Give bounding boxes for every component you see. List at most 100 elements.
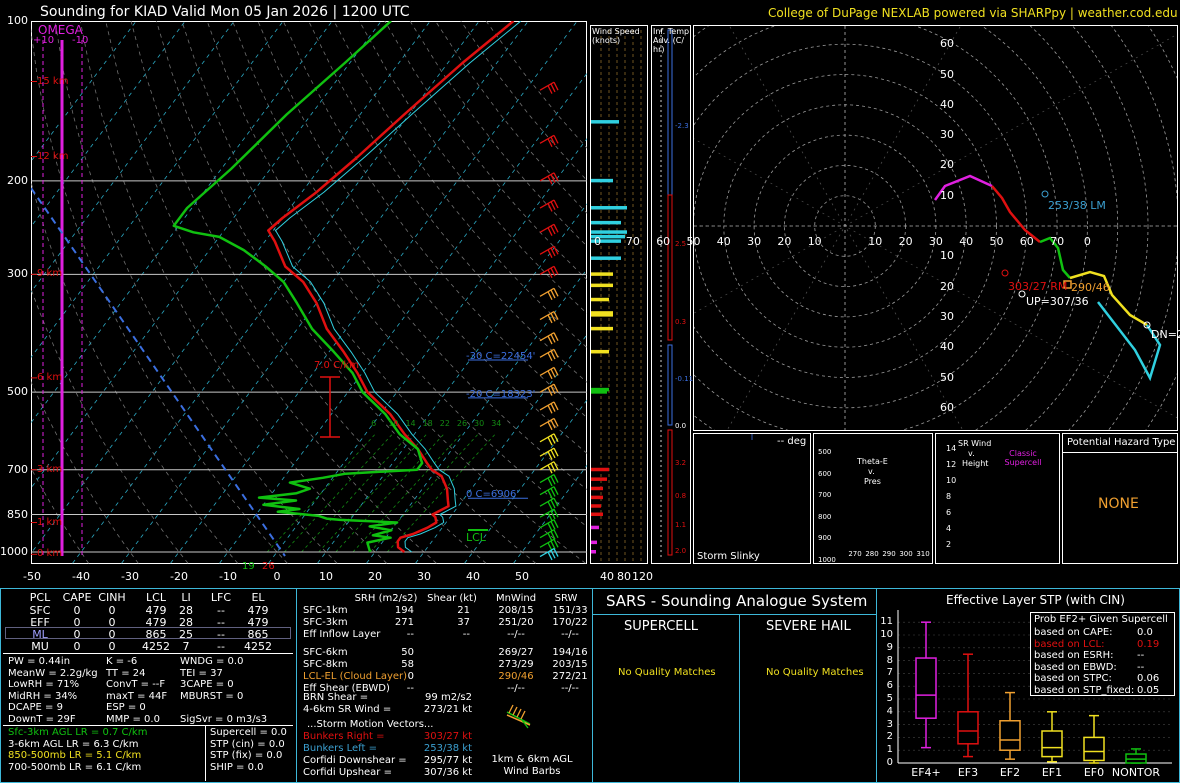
wind-barb-flag <box>550 531 556 540</box>
hodo-x-label: 40 <box>959 235 974 248</box>
stp-y-label: 11 <box>880 616 893 628</box>
index-value: PW = 0.44in <box>8 656 71 667</box>
kin-header: SRH (m2/s2) <box>354 593 418 604</box>
kin-srw: --/-- <box>561 683 579 694</box>
thetae-x-label: 280 <box>865 550 879 558</box>
hodo-x-label: 20 <box>898 235 913 248</box>
height-label: 1 km <box>37 516 63 528</box>
parcel-header: CINH <box>98 591 126 604</box>
sounding-window: { "header": { "title": "Sounding for KIA… <box>0 0 1180 783</box>
temp-tick-label: -40 <box>72 570 90 583</box>
up-label: UP=307/36 <box>1026 295 1089 308</box>
corfidi-down-label: Corfidi Downshear = <box>303 755 407 766</box>
bunkers-left-label: Bunkers Left = <box>303 743 377 754</box>
corfidi-up-value: 307/36 kt <box>423 767 472 778</box>
wind-barb-flag <box>547 489 553 499</box>
lapse-rate-value: 850-500mb LR = 5.1 C/km <box>8 750 142 761</box>
wind-barb-flag <box>547 522 553 532</box>
prob-row-value: 0.06 <box>1137 673 1160 684</box>
parcel-cell: MU <box>31 640 49 653</box>
index-value: K = -6 <box>106 656 138 667</box>
hodo-ring-label: 50 <box>940 370 954 384</box>
wind-barb-flag <box>547 477 553 487</box>
temp-tick-label: 0 <box>273 570 281 583</box>
wind-barb-flag <box>553 461 559 471</box>
parcel-header: CAPE <box>62 591 92 604</box>
wind-barb-flag <box>547 532 553 542</box>
wind-barb-flag <box>553 486 559 495</box>
srwind-y-label: 10 <box>946 476 957 485</box>
mixing-ratio-line <box>369 433 479 553</box>
hodo-ring-label: 10 <box>940 249 954 263</box>
sars-title: SARS - Sounding Analogue System <box>606 592 868 610</box>
index-value: TEI = 37 <box>180 667 223 679</box>
pressure-label: 500 <box>7 385 28 399</box>
index-value: DCAPE = 9 <box>8 702 63 713</box>
mean-wind-label: 290/46 <box>1071 281 1110 294</box>
temp-tick-label: 30 <box>417 570 431 583</box>
sars-mid-divider <box>739 614 740 783</box>
composite-value: SHIP = 0.0 <box>210 761 264 773</box>
thetae-y-label: 800 <box>818 512 832 521</box>
hodo-ring-label: 20 <box>940 279 954 293</box>
kin-header: MnWind <box>495 593 537 604</box>
index-value: WNDG = 0.0 <box>180 656 244 667</box>
thetae-x-label: 270 <box>848 550 862 558</box>
wind-barb-flag <box>550 549 556 559</box>
stp-y-label: 4 <box>886 705 893 717</box>
sr-wind-label: 4-6km SR Wind = <box>303 704 392 715</box>
pressure-label: 850 <box>7 507 28 521</box>
lm-label: 253/38 LM <box>1048 199 1106 212</box>
temp-tick-label: 20 <box>368 570 382 583</box>
isotherm-height-label: -30 C=22454' <box>466 350 536 362</box>
parcel-cell: 4252 <box>244 640 272 653</box>
hazard-title: Potential Hazard Type <box>1067 437 1176 448</box>
bunkers-right-label: Bunkers Right = <box>303 731 385 742</box>
brn-shear-value: 99 m2/s2 <box>425 692 472 703</box>
prob-row-label: based on STPC: <box>1034 673 1112 684</box>
hodo-x-label: 10 <box>868 235 883 248</box>
wind-barb-flag <box>553 508 559 518</box>
hodo-ring <box>1145 26 1177 430</box>
srwind-title3: Height <box>962 459 989 468</box>
sars-supercell-title: SUPERCELL <box>624 619 698 634</box>
prob-row-value: 0.05 <box>1137 684 1160 696</box>
bunkers-right-value: 303/27 kt <box>423 731 472 742</box>
hodo-x-label: 30 <box>928 235 943 248</box>
inf-adv-label: 2.5 <box>675 240 687 248</box>
inf-adv-label: -2.3 <box>675 122 689 130</box>
kin-mnwind: --/-- <box>507 629 525 640</box>
hodo-ring-label: 60 <box>940 400 954 414</box>
wind-tick-40: 40 <box>600 570 614 583</box>
inf-adv-label: 2.0 <box>675 547 687 555</box>
sars-rule <box>593 614 876 615</box>
index-value: ConvT = --F <box>106 679 166 690</box>
indices-rule <box>3 725 293 726</box>
stp-y-label: 0 <box>886 757 893 768</box>
hodo-x-label: 30 <box>747 235 762 248</box>
inf-adv-label: 0.8 <box>675 492 687 500</box>
parcel-cell: -- <box>217 640 225 653</box>
thetae-y-label: 1000 <box>818 556 836 564</box>
slinky-label: Storm Slinky <box>697 551 760 562</box>
wind-barb-flag <box>547 464 553 474</box>
prob-row-value: 0.19 <box>1137 638 1160 650</box>
stp-y-label: 2 <box>886 731 893 743</box>
kin-mnwind: 251/20 <box>498 617 534 628</box>
height-label: 0 km <box>37 548 63 560</box>
prob-row-value: -- <box>1137 650 1145 661</box>
index-value: MMP = 0.0 <box>106 713 160 725</box>
bottom-divider-2 <box>592 588 593 783</box>
kin-srw: 151/33 <box>552 605 588 616</box>
wind-barb-flag <box>550 521 556 530</box>
wind-barb-flag <box>550 475 556 485</box>
parcel-cell: 0 <box>108 604 116 617</box>
hodo-ring-label: 10 <box>940 188 954 202</box>
hodograph-plot <box>694 26 1177 440</box>
parcel-cell: -- <box>217 604 225 617</box>
inf-adv-label: 0.3 <box>675 318 687 326</box>
index-value: MidRH = 34% <box>8 690 78 702</box>
thetae-x-label: 310 <box>916 550 930 558</box>
bunkers-left-value: 253/38 kt <box>423 743 472 754</box>
parcel-cell: 0 <box>73 604 81 617</box>
